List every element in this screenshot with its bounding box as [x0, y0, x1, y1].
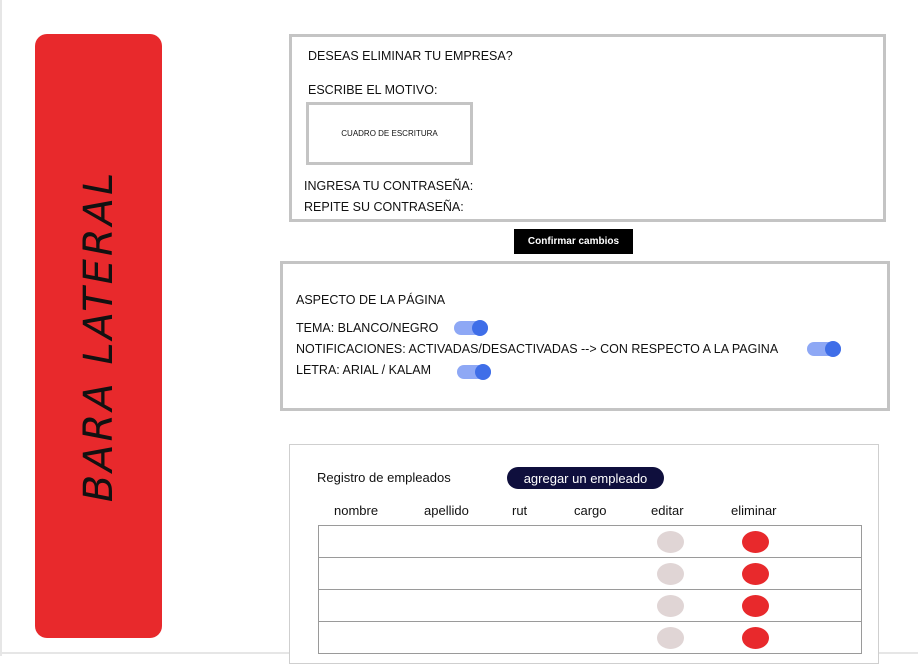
employees-panel: Registro de empleados agregar un emplead…: [289, 444, 879, 664]
sidebar: BARA LATERAL: [35, 34, 162, 638]
edit-button[interactable]: [657, 627, 684, 649]
theme-label: TEMA: BLANCO/NEGRO: [296, 321, 439, 335]
password-label: INGRESA TU CONTRASEÑA:: [304, 179, 474, 193]
frame-left-border: [0, 0, 2, 656]
repeat-password-label: REPITE SU CONTRASEÑA:: [304, 200, 464, 214]
table-row: [318, 622, 862, 654]
reason-label: ESCRIBE EL MOTIVO:: [308, 83, 438, 97]
col-header-editar: editar: [651, 503, 684, 518]
col-header-apellido: apellido: [424, 503, 469, 518]
notifications-label: NOTIFICACIONES: ACTIVADAS/DESACTIVADAS -…: [296, 342, 779, 356]
appearance-panel: ASPECTO DE LA PÁGINA TEMA: BLANCO/NEGRO …: [280, 261, 890, 411]
delete-button[interactable]: [742, 563, 769, 585]
delete-button[interactable]: [742, 595, 769, 617]
toggle-knob: [825, 341, 841, 357]
col-header-cargo: cargo: [574, 503, 607, 518]
sidebar-label: BARA LATERAL: [75, 169, 122, 503]
add-employee-button[interactable]: agregar un empleado: [507, 467, 664, 489]
appearance-title: ASPECTO DE LA PÁGINA: [296, 293, 446, 307]
col-header-nombre: nombre: [334, 503, 379, 518]
col-header-eliminar: eliminar: [731, 503, 777, 518]
toggle-knob: [472, 320, 488, 336]
notifications-toggle[interactable]: [807, 341, 841, 357]
edit-button[interactable]: [657, 595, 684, 617]
writing-box-label: CUADRO DE ESCRITURA: [341, 129, 438, 138]
reason-textarea[interactable]: CUADRO DE ESCRITURA: [306, 102, 473, 165]
font-toggle[interactable]: [457, 364, 491, 380]
font-label: LETRA: ARIAL / KALAM: [296, 363, 432, 377]
table-row: [318, 590, 862, 622]
employees-title: Registro de empleados: [317, 470, 451, 485]
delete-company-panel: DESEAS ELIMINAR TU EMPRESA? ESCRIBE EL M…: [289, 34, 886, 222]
edit-button[interactable]: [657, 531, 684, 553]
employees-table: [318, 525, 862, 654]
table-row: [318, 526, 862, 558]
delete-button[interactable]: [742, 627, 769, 649]
theme-toggle[interactable]: [454, 320, 488, 336]
toggle-knob: [475, 364, 491, 380]
col-header-rut: rut: [512, 503, 528, 518]
table-row: [318, 558, 862, 590]
delete-button[interactable]: [742, 531, 769, 553]
edit-button[interactable]: [657, 563, 684, 585]
confirm-changes-button[interactable]: Confirmar cambios: [514, 229, 633, 254]
delete-question: DESEAS ELIMINAR TU EMPRESA?: [308, 49, 513, 63]
